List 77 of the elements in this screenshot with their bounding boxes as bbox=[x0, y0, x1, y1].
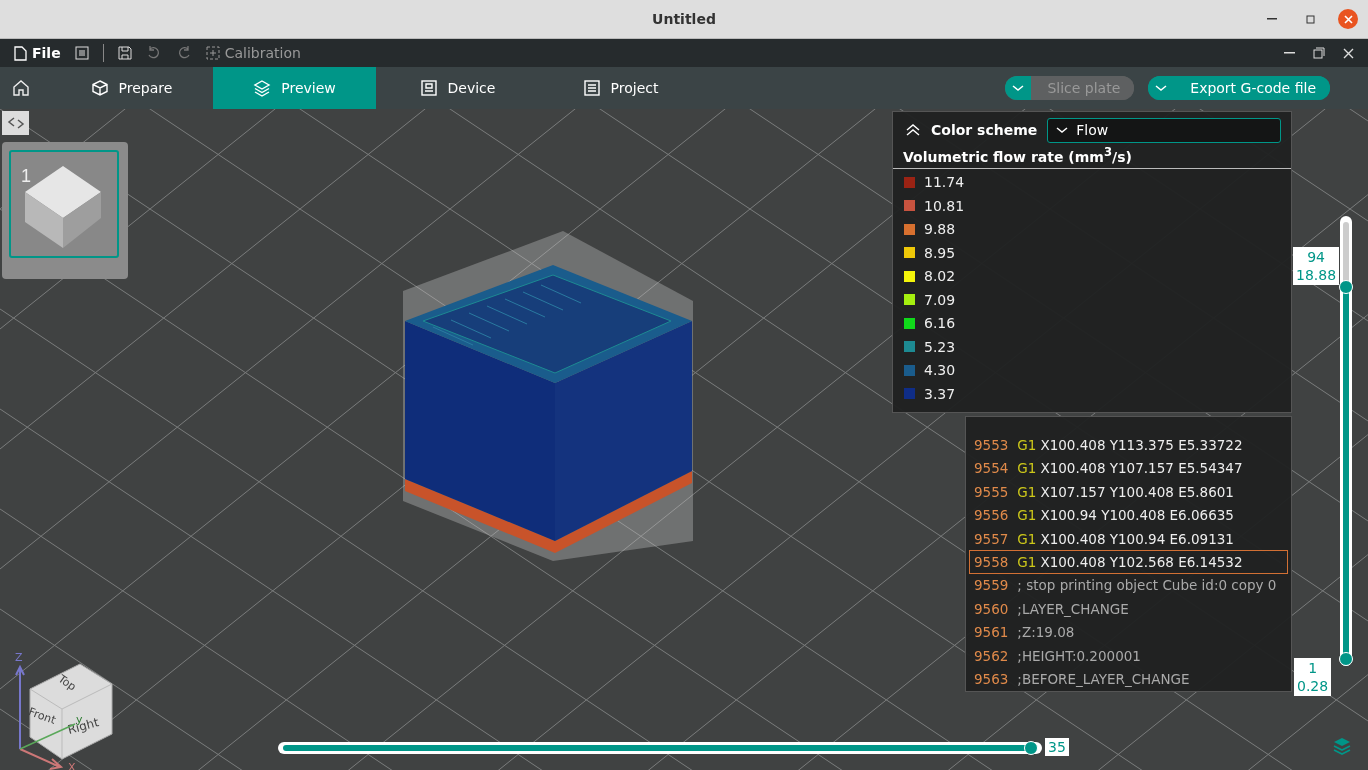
close-icon[interactable] bbox=[1343, 47, 1354, 59]
list-icon bbox=[582, 79, 601, 97]
legend-value: 11.74 bbox=[924, 174, 965, 191]
move-slider[interactable] bbox=[278, 742, 1042, 754]
line-number: 9561 bbox=[974, 624, 1009, 641]
gcode-arguments: X100.408 Y100.94 E6.09131 bbox=[1040, 530, 1234, 547]
gcode-arguments: X107.157 Y100.408 E5.8601 bbox=[1040, 483, 1234, 500]
restore-icon[interactable] bbox=[1313, 47, 1325, 59]
line-number: 9555 bbox=[974, 483, 1009, 500]
line-number: 9556 bbox=[974, 507, 1009, 524]
legend-value: 6.16 bbox=[924, 315, 956, 332]
gcode-comment: ;HEIGHT:0.200001 bbox=[1017, 647, 1141, 664]
gcode-comment: ; stop printing object Cube id:0 copy 0 bbox=[1017, 577, 1277, 594]
line-number: 9562 bbox=[974, 647, 1009, 664]
line-number: 9558 bbox=[974, 554, 1009, 570]
file-icon bbox=[14, 45, 27, 61]
legend-value: 5.23 bbox=[924, 338, 956, 355]
legend-value: 9.88 bbox=[924, 221, 956, 238]
maximize-icon bbox=[1305, 14, 1315, 24]
crosshair-icon bbox=[205, 46, 220, 60]
bottom-layer-label: 1 0.28 bbox=[1294, 658, 1332, 696]
color-scheme-label: Color scheme bbox=[931, 122, 1038, 138]
gcode-arguments: X100.408 Y102.568 E6.14532 bbox=[1040, 554, 1243, 570]
bottom-layer-handle[interactable] bbox=[1339, 652, 1353, 666]
move-value-label: 35 bbox=[1045, 738, 1069, 756]
legend-value: 8.95 bbox=[924, 244, 956, 261]
layers-icon[interactable] bbox=[1333, 737, 1351, 758]
window-title: Untitled bbox=[652, 11, 716, 27]
minimize-icon bbox=[1267, 18, 1277, 20]
gcode-command: G1 bbox=[1017, 507, 1037, 524]
menu-icon[interactable] bbox=[74, 46, 89, 60]
gcode-arguments: X100.408 Y113.375 E5.33722 bbox=[1040, 436, 1243, 453]
gcode-command: G1 bbox=[1017, 554, 1037, 570]
gcode-comment: ;LAYER_CHANGE bbox=[1017, 600, 1129, 617]
chevron-down-icon bbox=[1012, 84, 1025, 92]
save-icon[interactable] bbox=[117, 46, 132, 60]
gcode-comment: ;Z:19.08 bbox=[1017, 624, 1075, 641]
legend-value: 7.09 bbox=[924, 291, 956, 308]
tab[interactable]: Preview bbox=[213, 67, 376, 109]
gcode-command: G1 bbox=[1017, 436, 1037, 453]
legend-value: 10.81 bbox=[924, 197, 965, 214]
gcode-arguments: X100.94 Y100.408 E6.06635 bbox=[1040, 507, 1234, 524]
gcode-command: G1 bbox=[1017, 530, 1037, 547]
line-number: 9553 bbox=[974, 436, 1009, 453]
file-menu[interactable]: File bbox=[14, 45, 61, 61]
close-icon bbox=[1343, 14, 1353, 24]
gcode-comment: ;BEFORE_LAYER_CHANGE bbox=[1017, 671, 1190, 688]
tab[interactable]: Device bbox=[376, 67, 539, 109]
printer-icon bbox=[419, 79, 438, 97]
cube-icon bbox=[90, 79, 109, 97]
gcode-arguments: X100.408 Y107.157 E5.54347 bbox=[1040, 460, 1243, 477]
color-scheme-dropdown[interactable]: Flow bbox=[1047, 117, 1281, 143]
line-number: 9563 bbox=[974, 671, 1009, 688]
legend-value: 4.30 bbox=[924, 362, 956, 379]
top-layer-handle[interactable] bbox=[1339, 279, 1353, 294]
layer-slider[interactable] bbox=[1340, 216, 1352, 666]
plate-number: 1 bbox=[21, 166, 31, 187]
move-slider-handle[interactable] bbox=[1024, 741, 1038, 755]
gcode-command: G1 bbox=[1017, 483, 1037, 500]
export-button[interactable]: Export G-code file bbox=[1148, 76, 1330, 100]
chevron-down-icon bbox=[1155, 84, 1168, 92]
line-number: 9560 bbox=[974, 600, 1009, 617]
tab[interactable]: Project bbox=[539, 67, 702, 109]
legend-value: 3.37 bbox=[924, 385, 956, 402]
gcode-command: G1 bbox=[1017, 460, 1037, 477]
collapse-toggle-icon[interactable] bbox=[2, 111, 29, 135]
legend-value: 8.02 bbox=[924, 268, 956, 285]
line-number: 9557 bbox=[974, 530, 1009, 547]
top-layer-label: 94 18.88 bbox=[1293, 247, 1340, 285]
line-number: 9554 bbox=[974, 460, 1009, 477]
layers-icon bbox=[253, 79, 272, 97]
collapse-icon[interactable] bbox=[905, 123, 921, 137]
line-number: 9559 bbox=[974, 577, 1009, 594]
tab[interactable]: Prepare bbox=[50, 67, 213, 109]
chevron-down-icon bbox=[1056, 126, 1069, 134]
close-button[interactable] bbox=[1338, 9, 1358, 29]
legend-title: Volumetric flow rate (mm$^{3}$/s) bbox=[893, 142, 1291, 169]
